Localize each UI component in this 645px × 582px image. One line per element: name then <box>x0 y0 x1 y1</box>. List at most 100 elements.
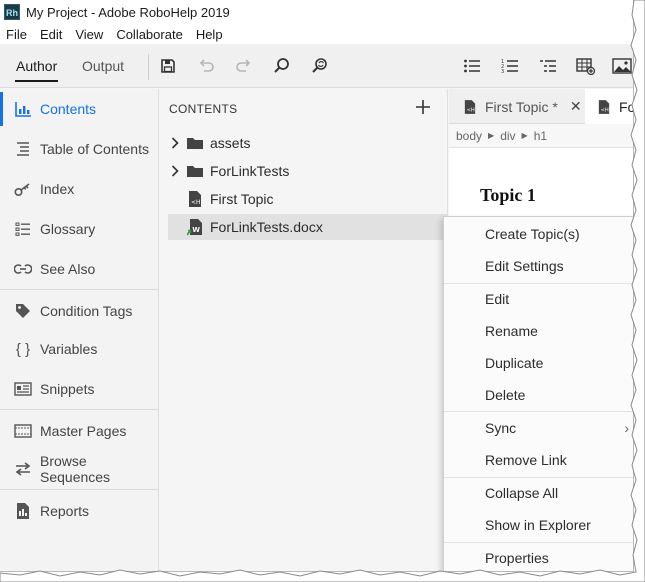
menu-item-duplicate[interactable]: Duplicate <box>444 347 633 379</box>
multilevel-list-icon[interactable] <box>537 55 559 77</box>
undo-icon[interactable] <box>195 55 217 77</box>
sidebar-item-index[interactable]: Index <box>0 170 158 208</box>
sidebar-item-table-of-contents[interactable]: Table of Contents <box>0 130 158 168</box>
chevron-right-icon[interactable] <box>168 136 182 150</box>
linked-word-doc-icon: W <box>186 218 204 236</box>
index-key-icon <box>13 180 33 198</box>
contents-panel: CONTENTS assets ForLinkTests <H First To… <box>160 89 448 571</box>
sidebar-item-see-also[interactable]: See Also <box>0 250 158 288</box>
svg-text:<H: <H <box>601 107 609 113</box>
menu-item-collapse-all[interactable]: Collapse All <box>444 477 633 509</box>
bulleted-list-icon[interactable] <box>461 55 483 77</box>
folder-icon <box>186 162 204 180</box>
tree-item-label: ForLinkTests <box>210 163 290 179</box>
menu-view[interactable]: View <box>75 27 103 42</box>
master-page-icon <box>13 422 33 440</box>
contents-icon <box>13 100 33 118</box>
menu-item-remove-link[interactable]: Remove Link <box>444 444 633 476</box>
sidebar-item-contents[interactable]: Contents <box>0 90 158 128</box>
sidebar-divider <box>0 489 158 490</box>
topic-file-icon: <H <box>595 98 613 116</box>
sidebar-item-label: Variables <box>40 341 98 357</box>
find-replace-icon[interactable] <box>309 55 331 77</box>
tree-item-assets[interactable]: assets <box>168 130 448 156</box>
menu-item-sync[interactable]: Sync › <box>444 412 633 444</box>
app-window: Rh My Project - Adobe RoboHelp 2019 File… <box>0 0 634 572</box>
menu-item-rename[interactable]: Rename <box>444 315 633 347</box>
window-title: My Project - Adobe RoboHelp 2019 <box>26 4 230 20</box>
braces-icon: { } <box>15 340 31 358</box>
insert-image-icon[interactable] <box>611 55 633 77</box>
sidebar-divider <box>0 409 158 410</box>
sidebar-item-label: Browse Sequences <box>40 453 111 485</box>
svg-text:3: 3 <box>501 69 504 74</box>
panel-title: CONTENTS <box>169 102 238 116</box>
breadcrumb-div[interactable]: div <box>500 129 515 143</box>
menu-item-edit[interactable]: Edit <box>444 283 633 315</box>
topic-heading[interactable]: Topic 1 <box>480 185 536 206</box>
sidebar-item-master-pages[interactable]: Master Pages <box>0 412 158 450</box>
menu-file[interactable]: File <box>6 27 27 42</box>
tab-first-topic[interactable]: <H First Topic * ✕ <box>449 89 584 124</box>
menu-item-label: Sync <box>485 420 517 436</box>
sidebar-item-label: Snippets <box>40 381 95 397</box>
close-icon[interactable]: ✕ <box>570 98 582 115</box>
menu-collaborate[interactable]: Collaborate <box>116 27 183 42</box>
menu-item-properties[interactable]: Properties <box>444 542 633 571</box>
output-mode-tab[interactable]: Output <box>82 44 124 88</box>
tree-item-first-topic[interactable]: <H First Topic <box>168 186 448 212</box>
tree-item-forlinktests-docx[interactable]: W ForLinkTests.docx <box>168 214 448 240</box>
chevron-right-icon: › <box>624 420 629 436</box>
menu-item-show-in-explorer[interactable]: Show in Explorer <box>444 509 633 541</box>
sidebar-item-variables[interactable]: { } Variables <box>0 330 158 368</box>
sidebar-item-label: See Also <box>40 261 96 277</box>
menu-bar: File Edit View Collaborate Help <box>0 24 633 44</box>
menu-edit[interactable]: Edit <box>40 27 62 42</box>
svg-text:<H: <H <box>467 107 475 113</box>
topic-file-icon: <H <box>461 98 479 116</box>
sidebar-item-label: Table of Contents <box>40 141 149 157</box>
element-breadcrumb: body ▶ div ▶ h1 <box>449 124 633 148</box>
sidebar-item-label: Glossary <box>40 221 96 237</box>
breadcrumb-h1[interactable]: h1 <box>534 129 547 143</box>
sidebar-item-reports[interactable]: Reports <box>0 492 158 530</box>
sidebar-item-label: Reports <box>40 503 90 519</box>
menu-item-create-topics[interactable]: Create Topic(s) <box>444 218 633 250</box>
redo-icon[interactable] <box>233 55 255 77</box>
sidebar-item-browse-sequences[interactable]: Browse Sequences <box>0 450 158 488</box>
sidebar-item-snippets[interactable]: Snippets <box>0 370 158 408</box>
menu-item-edit-settings[interactable]: Edit Settings <box>444 250 633 282</box>
main-toolbar: Author Output 123 <box>0 44 633 88</box>
context-menu: Create Topic(s) Edit Settings Edit Renam… <box>443 216 633 571</box>
menu-help[interactable]: Help <box>196 27 223 42</box>
sidebar-item-glossary[interactable]: Glossary <box>0 210 158 248</box>
sidebar-divider <box>0 289 158 290</box>
save-icon[interactable] <box>157 55 179 77</box>
tag-icon <box>13 302 33 320</box>
breadcrumb-body[interactable]: body <box>456 129 482 143</box>
numbered-list-icon[interactable]: 123 <box>499 55 521 77</box>
tab-forlinktests[interactable]: <H For <box>585 89 633 124</box>
chevron-right-icon[interactable] <box>168 164 182 178</box>
title-bar: Rh My Project - Adobe RoboHelp 2019 <box>0 0 633 24</box>
add-icon[interactable] <box>413 97 433 117</box>
insert-table-icon[interactable] <box>575 55 597 77</box>
browse-sequence-icon <box>13 460 33 478</box>
sidebar-item-label: Index <box>40 181 75 197</box>
svg-text:<H: <H <box>191 199 201 206</box>
document-tab-strip: <H First Topic * ✕ <H For <box>449 89 633 124</box>
tab-label: First Topic * <box>485 98 558 115</box>
folder-icon <box>186 134 204 152</box>
sidebar-item-condition-tags[interactable]: Condition Tags <box>0 292 158 330</box>
breadcrumb-separator-icon: ▶ <box>521 131 528 140</box>
sidebar-item-label: Contents <box>40 101 97 117</box>
tree-item-forlinktests-folder[interactable]: ForLinkTests <box>168 158 448 184</box>
menu-item-delete[interactable]: Delete <box>444 379 633 411</box>
search-icon[interactable] <box>271 55 293 77</box>
glossary-icon <box>13 220 33 238</box>
tab-label: For <box>619 98 633 115</box>
report-icon <box>13 502 33 520</box>
author-mode-tab[interactable]: Author <box>14 44 59 88</box>
